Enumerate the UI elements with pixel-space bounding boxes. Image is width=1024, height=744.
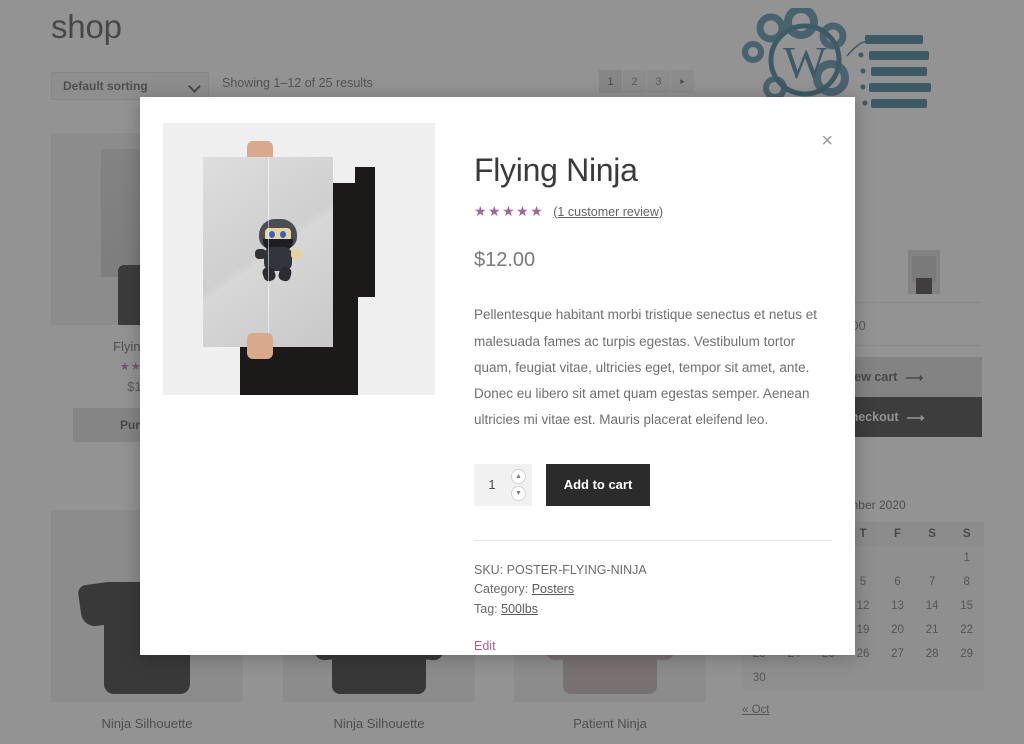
product-meta: SKU: POSTER-FLYING-NINJA Category: Poste…: [474, 561, 832, 619]
chevron-down-icon[interactable]: ▼: [511, 485, 526, 501]
product-tag-row: Tag: 500lbs: [474, 600, 832, 619]
tag-link[interactable]: 500lbs: [501, 602, 538, 616]
category-label: Category:: [474, 582, 529, 597]
poster-graphic: [203, 157, 333, 347]
product-rating: ★★★★★ (1 customer review): [474, 203, 832, 220]
edit-link[interactable]: Edit: [474, 639, 496, 653]
review-link[interactable]: (1 customer review): [553, 205, 663, 219]
add-to-cart-form: ▲ ▼ Add to cart: [474, 463, 832, 506]
review-count-link[interactable]: (1 customer review): [553, 205, 663, 219]
product-sku-row: SKU: POSTER-FLYING-NINJA: [474, 561, 832, 580]
person-arm-right: [355, 167, 375, 297]
hand-bottom: [247, 333, 273, 359]
star-rating-icon: ★★★★★: [474, 203, 545, 220]
ninja-character-icon: [253, 219, 305, 283]
sku-label: SKU:: [474, 562, 504, 577]
add-to-cart-button[interactable]: Add to cart: [546, 463, 650, 506]
category-link[interactable]: Posters: [532, 582, 574, 596]
quantity-stepper[interactable]: ▲ ▼: [474, 463, 532, 506]
quantity-arrows: ▲ ▼: [511, 468, 526, 501]
tag-label: Tag:: [474, 601, 498, 616]
product-image[interactable]: person holding flying ninja poster: [163, 123, 435, 395]
chevron-up-icon[interactable]: ▲: [511, 468, 526, 484]
product-category-row: Category: Posters: [474, 580, 832, 599]
close-icon[interactable]: ×: [821, 131, 833, 151]
edit-product-link-wrap: Edit: [474, 639, 832, 653]
product-price: $12.00: [474, 249, 536, 272]
product-summary: Flying Ninja ★★★★★ (1 customer review) $…: [474, 152, 832, 653]
product-description: Pellentesque habitant morbi tristique se…: [474, 307, 817, 428]
sku-value: POSTER-FLYING-NINJA: [506, 562, 647, 577]
product-quickview-modal: × person ho: [140, 97, 855, 655]
product-image-alt: person holding flying ninja poster: [163, 123, 164, 124]
divider: [474, 539, 832, 541]
product-title: Flying Ninja: [474, 152, 638, 188]
shop-page-with-quickview-modal: shop Default sorting Showing 1–12 of 25 …: [0, 0, 1024, 744]
quantity-input[interactable]: [474, 477, 510, 493]
